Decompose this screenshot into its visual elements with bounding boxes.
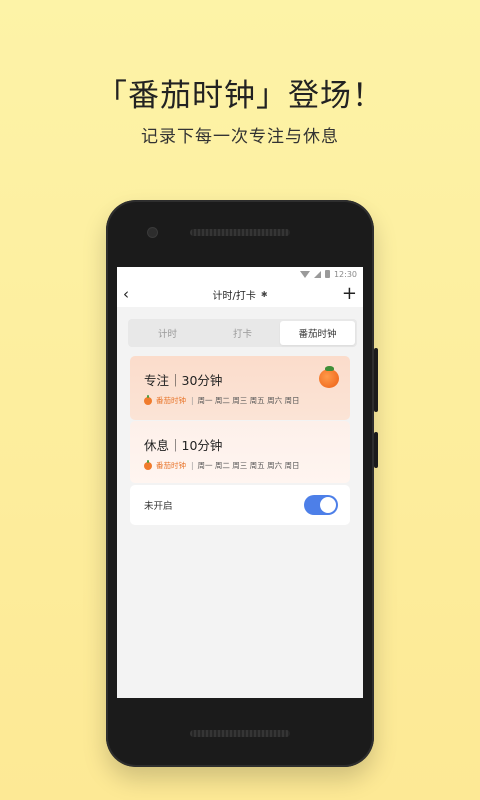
rest-card-separator: | xyxy=(191,461,194,470)
back-icon[interactable]: ‹ xyxy=(123,286,139,302)
signal-icon xyxy=(313,270,321,278)
focus-card-separator: | xyxy=(191,396,194,405)
focus-card-title: 专注｜30分钟 xyxy=(144,373,223,388)
phone-volume-button xyxy=(374,432,378,468)
promo-title: 「番茄时钟」登场！ xyxy=(96,78,384,114)
rest-card[interactable]: 休息｜10分钟 番茄时钟 | 周一 周二 周三 周五 周六 周日 xyxy=(130,421,350,483)
focus-card[interactable]: 专注｜30分钟 番茄时钟 | 周一 周二 周三 周五 周六 周日 xyxy=(130,356,350,420)
focus-card-meta: 番茄时钟 | 周一 周二 周三 周五 周六 周日 xyxy=(144,394,338,406)
app-screen: 12:30 ‹ 计时/打卡 ✱ + 计时 打卡 番茄时钟 专注｜30分钟 番茄时… xyxy=(117,267,363,698)
promo-subtitle: 记录下每一次专注与休息 xyxy=(141,127,339,147)
add-icon[interactable]: + xyxy=(341,285,357,303)
mode-tabs: 计时 打卡 番茄时钟 xyxy=(128,319,357,347)
speaker-grille xyxy=(190,229,290,236)
tomato-leaf xyxy=(325,366,334,371)
battery-icon xyxy=(324,270,330,278)
rest-card-days: 周一 周二 周三 周五 周六 周日 xyxy=(197,461,300,470)
enable-toggle[interactable] xyxy=(304,495,338,515)
camera-icon xyxy=(148,228,157,237)
tomato-mini-icon xyxy=(144,394,152,405)
status-time: 12:30 xyxy=(333,269,357,279)
app-header: ‹ 计时/打卡 ✱ + xyxy=(117,281,363,307)
tomato-icon xyxy=(319,366,339,388)
rest-card-meta: 番茄时钟 | 周一 周二 周三 周五 周六 周日 xyxy=(144,459,338,471)
bluetooth-icon: ✱ xyxy=(260,289,268,299)
wifi-icon xyxy=(299,270,310,278)
rest-card-tag: 番茄时钟 xyxy=(156,461,186,470)
page-title-text: 计时/打卡 xyxy=(212,290,256,302)
enable-row: 未开启 xyxy=(130,485,350,525)
focus-card-tag: 番茄时钟 xyxy=(156,396,186,405)
phone-power-button xyxy=(374,348,378,412)
tab-pomodoro[interactable]: 番茄时钟 xyxy=(280,321,355,345)
status-bar: 12:30 xyxy=(117,267,363,281)
tab-checkin[interactable]: 打卡 xyxy=(205,321,280,345)
rest-card-title: 休息｜10分钟 xyxy=(144,438,223,453)
tomato-mini-icon xyxy=(144,459,152,470)
speaker-grille-bottom xyxy=(190,730,290,737)
focus-card-days: 周一 周二 周三 周五 周六 周日 xyxy=(197,396,300,405)
toggle-knob xyxy=(320,497,336,513)
tab-timer[interactable]: 计时 xyxy=(130,321,205,345)
phone-frame: 12:30 ‹ 计时/打卡 ✱ + 计时 打卡 番茄时钟 专注｜30分钟 番茄时… xyxy=(106,200,378,767)
enable-label: 未开启 xyxy=(144,501,173,512)
page-title: 计时/打卡 ✱ xyxy=(212,287,267,302)
